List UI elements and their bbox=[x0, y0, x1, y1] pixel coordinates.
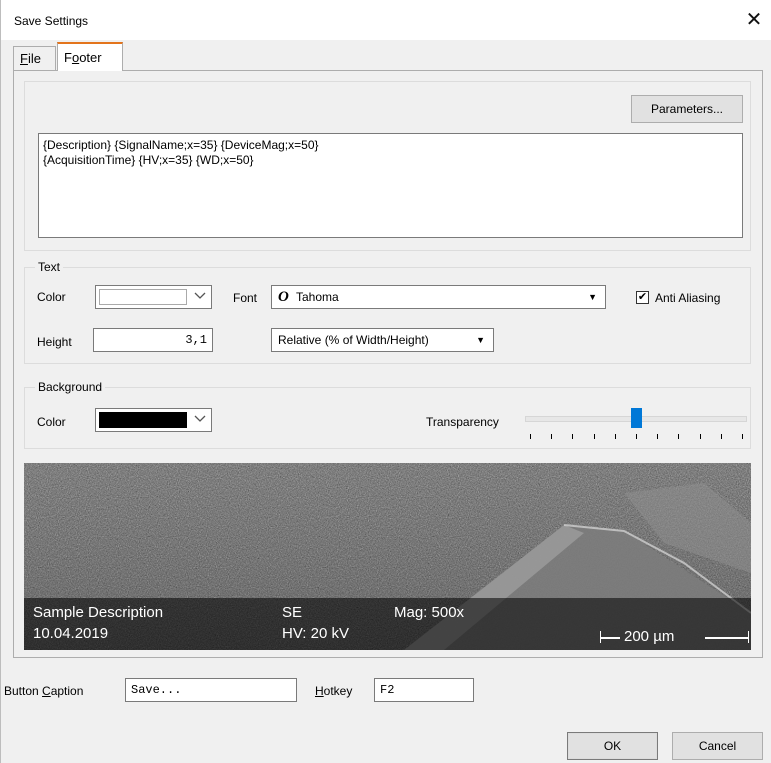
slider-tick bbox=[530, 434, 531, 439]
save-settings-dialog: Save Settings ✕ File Footer Parameters..… bbox=[0, 0, 771, 763]
hotkey-label-rest: otkey bbox=[323, 684, 353, 698]
button-caption-input[interactable]: Save... bbox=[125, 678, 297, 702]
height-label: Height bbox=[37, 335, 72, 349]
footer-template-group: Parameters... {Description} {SignalName;… bbox=[24, 81, 751, 251]
preview-signal: SE bbox=[282, 604, 303, 621]
slider-tick bbox=[593, 434, 595, 439]
slider-tick bbox=[572, 434, 574, 439]
scale-bar-label: 200 µm bbox=[624, 628, 675, 645]
tab-file-hotkey: F bbox=[20, 51, 28, 66]
parameters-button[interactable]: Parameters... bbox=[631, 95, 743, 123]
tab-footer[interactable]: Footer bbox=[57, 42, 123, 71]
chevron-down-icon bbox=[189, 409, 211, 431]
slider-tick bbox=[551, 434, 553, 439]
transparency-slider-thumb[interactable] bbox=[630, 408, 642, 428]
font-value: Tahoma bbox=[295, 290, 339, 304]
opentype-font-icon: O bbox=[278, 289, 289, 305]
footer-overlay: Sample Description 10.04.2019 SE HV: 20 … bbox=[24, 598, 751, 650]
tab-file[interactable]: File bbox=[13, 46, 56, 71]
close-icon[interactable]: ✕ bbox=[742, 8, 766, 32]
hotkey-label: Hotkey bbox=[315, 684, 352, 698]
dropdown-arrow-icon: ▼ bbox=[588, 292, 597, 302]
hotkey-input[interactable]: F2 bbox=[374, 678, 474, 702]
height-input[interactable]: 3,1 bbox=[93, 328, 213, 352]
text-color-swatch bbox=[99, 289, 187, 305]
background-group-legend: Background bbox=[35, 380, 106, 394]
preview-hv: HV: 20 kV bbox=[282, 625, 349, 642]
anti-aliasing-label: Anti Aliasing bbox=[655, 291, 721, 305]
window-title: Save Settings bbox=[14, 14, 89, 28]
transparency-label: Transparency bbox=[426, 415, 499, 429]
slider-tick bbox=[614, 434, 616, 439]
background-color-swatch bbox=[99, 412, 187, 428]
dialog-bottom-area: Button Caption Save... Hotkey F2 OK Canc… bbox=[1, 658, 771, 763]
preview-description: Sample Description bbox=[33, 604, 164, 621]
footer-preview-image: Sample Description 10.04.2019 SE HV: 20 … bbox=[24, 463, 751, 650]
footer-tab-panel: Parameters... {Description} {SignalName;… bbox=[13, 70, 763, 658]
slider-tick bbox=[678, 434, 680, 439]
background-group: Background Color Transparency bbox=[24, 380, 751, 449]
tab-footer-label-start: F bbox=[64, 50, 72, 65]
button-caption-label: Button Caption bbox=[4, 684, 83, 698]
button-caption-label-rest: aption bbox=[50, 684, 84, 698]
hotkey-label-hotkey: H bbox=[315, 684, 324, 698]
slider-tick bbox=[699, 434, 701, 439]
background-color-combo[interactable] bbox=[95, 408, 212, 432]
text-group: Text Color Font O Tahoma ▼ ✔ Anti Aliasi… bbox=[24, 260, 751, 364]
scale-bar: 200 µm bbox=[600, 628, 750, 648]
height-unit-value: Relative (% of Width/Height) bbox=[278, 333, 429, 347]
text-color-label: Color bbox=[37, 290, 66, 304]
dropdown-arrow-icon: ▼ bbox=[476, 335, 485, 345]
background-color-label: Color bbox=[37, 415, 66, 429]
chevron-down-icon bbox=[189, 286, 211, 308]
font-label: Font bbox=[233, 291, 258, 305]
preview-mag: Mag: 500x bbox=[394, 604, 465, 621]
tab-strip: File Footer bbox=[13, 42, 763, 71]
preview-date: 10.04.2019 bbox=[33, 625, 109, 642]
slider-tick bbox=[720, 434, 722, 439]
ok-button[interactable]: OK bbox=[567, 732, 658, 760]
button-caption-hotkey: C bbox=[42, 684, 51, 698]
anti-aliasing-checkbox[interactable]: ✔ bbox=[636, 291, 649, 304]
title-bar: Save Settings ✕ bbox=[1, 0, 771, 40]
tab-file-label: ile bbox=[27, 51, 41, 66]
font-dropdown[interactable]: O Tahoma ▼ bbox=[271, 285, 606, 309]
transparency-slider[interactable] bbox=[525, 406, 747, 446]
footer-template-textarea[interactable]: {Description} {SignalName;x=35} {DeviceM… bbox=[38, 133, 743, 238]
tab-footer-label: oter bbox=[79, 50, 102, 65]
text-group-legend: Text bbox=[35, 260, 64, 274]
height-unit-dropdown[interactable]: Relative (% of Width/Height) ▼ bbox=[271, 328, 494, 352]
text-color-combo[interactable] bbox=[95, 285, 212, 309]
slider-tick bbox=[742, 434, 743, 439]
slider-tick bbox=[636, 434, 637, 439]
cancel-button[interactable]: Cancel bbox=[672, 732, 763, 760]
button-caption-label-start: Button bbox=[4, 684, 43, 698]
slider-tick bbox=[657, 434, 659, 439]
